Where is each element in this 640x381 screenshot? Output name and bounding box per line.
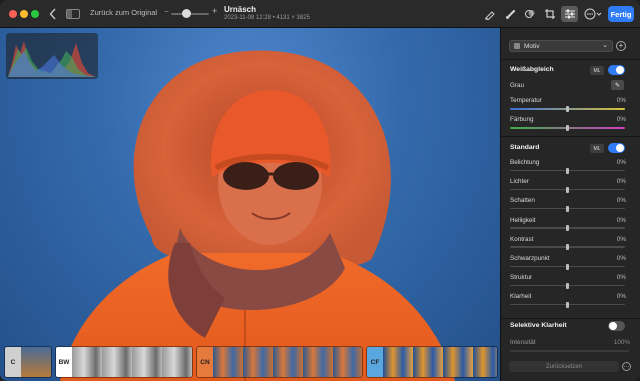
intensity-label: Intensität (510, 339, 536, 346)
divider (501, 318, 640, 319)
adjustment-value: 0% (616, 235, 626, 243)
more-options-icon[interactable] (583, 6, 603, 22)
masked-subject-image (60, 50, 455, 381)
adjustment-label: Schatten (510, 197, 535, 205)
adjustment-label: Schwarzpunkt (510, 255, 550, 262)
standard-ml-badge[interactable]: ML (590, 144, 604, 153)
filter-group-c[interactable]: C (4, 346, 52, 378)
adjustment-value: 0% (616, 178, 626, 186)
intensity-value: 100% (613, 339, 630, 346)
sidebar-toggle-icon[interactable] (66, 6, 80, 22)
more-options-icon[interactable]: ··· (622, 362, 631, 371)
standard-title[interactable]: Standard (510, 144, 539, 151)
retouch-brush-icon[interactable] (503, 6, 519, 22)
filter-thumbnail[interactable] (213, 347, 362, 377)
markup-pen-icon[interactable] (482, 6, 498, 22)
adjustment-slider-knob[interactable] (566, 186, 569, 193)
adjustment-slider-knob[interactable] (566, 263, 569, 270)
adjustment-value: 0% (616, 159, 626, 166)
adjust-sliders-icon[interactable] (561, 6, 578, 22)
filter-group-bw[interactable]: BW (55, 346, 193, 378)
adjustment-label: Helligkeit (510, 216, 536, 224)
filter-thumbnail[interactable] (383, 347, 497, 377)
filter-group-cn[interactable]: CN (196, 346, 363, 378)
selective-clarity-title[interactable]: Selektive Klarheit (510, 322, 567, 329)
adjustment-label: Klarheit (510, 293, 532, 301)
adjustment-value: 0% (616, 274, 626, 282)
divider (501, 136, 640, 137)
close-window-button[interactable] (9, 10, 17, 18)
chevron-down-icon: ⌄ (602, 42, 608, 49)
adjustment-slider-knob[interactable] (566, 205, 569, 212)
divider (501, 59, 640, 60)
temperature-value: 0% (616, 97, 626, 104)
selective-clarity-toggle[interactable] (608, 321, 625, 331)
white-balance-title[interactable]: Weißabgleich (510, 66, 554, 73)
zoom-window-button[interactable] (31, 10, 39, 18)
eyedropper-icon[interactable]: ✎ (611, 80, 624, 90)
histogram (6, 33, 98, 79)
photo-canvas[interactable] (0, 28, 500, 381)
filter-group-tag: BW (56, 347, 72, 377)
white-balance-toggle[interactable] (608, 65, 625, 75)
crop-icon[interactable] (542, 6, 558, 22)
done-button[interactable]: Fertig (608, 6, 634, 22)
zoom-out-icon[interactable]: − (164, 7, 169, 16)
tint-slider-knob[interactable] (566, 125, 569, 131)
adjustment-label: Lichter (510, 178, 529, 186)
temperature-label: Temperatur (510, 97, 542, 104)
adjustment-slider-knob[interactable] (566, 244, 569, 251)
intensity-slider[interactable] (510, 350, 629, 352)
zoom-slider-knob[interactable] (182, 9, 191, 18)
minimize-window-button[interactable] (20, 10, 28, 18)
tint-value: 0% (616, 116, 626, 123)
adjustments-panel: Motiv ⌄ + Weißabgleich ML Grau ✎ Tempera… (500, 28, 640, 381)
filter-thumbnail[interactable] (72, 347, 192, 377)
zoom-in-icon[interactable]: + (212, 6, 217, 16)
adjustment-slider-knob[interactable] (566, 225, 569, 232)
tint-label: Färbung (510, 116, 534, 123)
gray-label: Grau (510, 82, 524, 89)
filter-thumbnail[interactable] (21, 347, 51, 377)
mask-select-label: Motiv (524, 42, 540, 50)
back-chevron-icon[interactable] (48, 6, 58, 22)
reset-button[interactable]: Zurücksetzen (509, 361, 619, 372)
add-mask-button[interactable]: + (616, 41, 626, 51)
adjustment-value: 0% (616, 197, 626, 205)
adjustment-value: 0% (616, 216, 626, 224)
adjustment-label: Belichtung (510, 159, 540, 166)
mask-select-dropdown[interactable]: Motiv ⌄ (509, 40, 613, 52)
adjustment-slider-knob[interactable] (566, 282, 569, 289)
filter-group-cf[interactable]: CF (366, 346, 498, 378)
filter-filmstrip: C BW CN CF (0, 344, 500, 381)
adjustment-slider-knob[interactable] (566, 167, 569, 174)
filter-group-tag: CN (197, 347, 213, 377)
filters-icon[interactable] (522, 6, 538, 22)
standard-toggle[interactable] (608, 143, 625, 153)
adjustment-label: Struktur (510, 274, 533, 282)
document-title: Urnäsch (224, 5, 257, 14)
temperature-slider-knob[interactable] (566, 106, 569, 112)
adjustment-slider-knob[interactable] (566, 301, 569, 308)
revert-to-original-button[interactable]: Zurück zum Original (90, 8, 157, 17)
filter-group-tag: CF (367, 347, 383, 377)
white-balance-ml-badge[interactable]: ML (590, 66, 604, 75)
app-window: Zurück zum Original − + Urnäsch 2023-11-… (0, 0, 640, 381)
subject-mask-icon (514, 43, 520, 49)
document-metadata: 2023-11-08 12:28 • 4131 × 3825 (224, 15, 310, 21)
filter-group-tag: C (5, 347, 21, 377)
adjustment-label: Kontrast (510, 235, 534, 243)
toolbar: Zurück zum Original − + Urnäsch 2023-11-… (0, 0, 640, 28)
adjustment-value: 0% (616, 255, 626, 262)
adjustment-value: 0% (616, 293, 626, 301)
